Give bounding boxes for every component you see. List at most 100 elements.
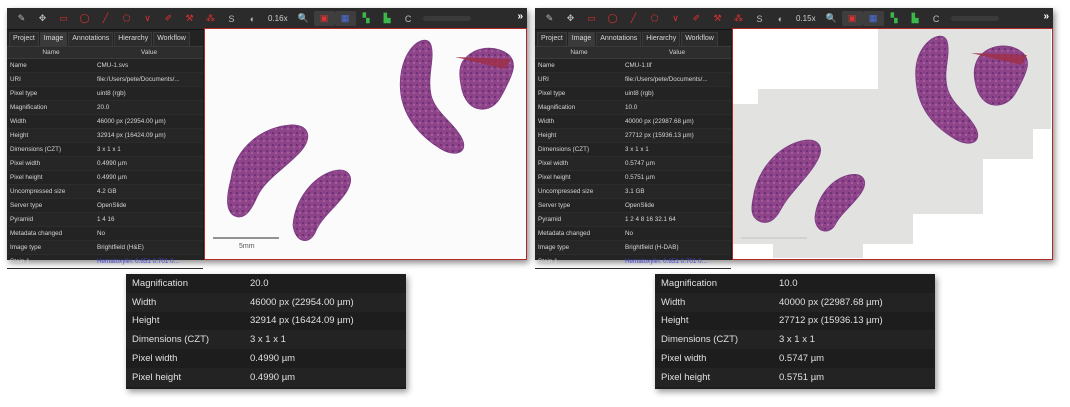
opacity-slider[interactable]	[950, 16, 999, 21]
channel-button[interactable]: C	[926, 11, 947, 26]
table-row[interactable]: Height 32914 px (16424.09 µm)	[7, 129, 203, 143]
toolbar: ✎ ✥ ▭ ◯ ╱ ⬠ ∨ ✐ ⚒ ⁂ S ◐ 0.16x 🔍 ▣ ▦ ▚ ▙ …	[7, 8, 527, 30]
tab-image[interactable]: Image	[567, 32, 596, 46]
fill-detections-icon[interactable]: ▙	[377, 11, 398, 26]
show-annotations-icon[interactable]: ▣	[313, 11, 335, 26]
table-row[interactable]: Server type OpenSlide	[535, 199, 731, 213]
polygon-tool-icon[interactable]: ⬠	[644, 11, 665, 26]
column-header-value[interactable]: Value	[95, 47, 203, 58]
table-row[interactable]: Pixel height 0.5751 µm	[535, 171, 731, 185]
show-tma-grid-icon[interactable]: ▦	[862, 11, 884, 26]
tab-project[interactable]: Project	[9, 32, 39, 46]
column-header-name[interactable]: Name	[535, 47, 623, 58]
table-row[interactable]: Magnification 20.0	[7, 101, 203, 115]
table-row[interactable]: Image type Brightfield (H&E)	[7, 241, 203, 255]
rectangle-tool-icon[interactable]: ▭	[53, 11, 74, 26]
table-row[interactable]: URI file:/Users/pete/Documents/...	[535, 73, 731, 87]
table-row[interactable]: Width 46000 px (22954.00 µm)	[7, 115, 203, 129]
brush-tool-icon[interactable]: ✐	[686, 11, 707, 26]
polyline-tool-icon[interactable]: ∨	[665, 11, 686, 26]
points-tool-icon[interactable]: ⁂	[728, 11, 749, 26]
table-row[interactable]: Height 27712 px (15936.13 µm)	[535, 129, 731, 143]
property-value: 0.4990 µm	[250, 371, 296, 383]
tab-image[interactable]: Image	[39, 32, 68, 46]
show-detections-icon[interactable]: ▚	[356, 11, 377, 26]
brush-tool-icon[interactable]: ✐	[158, 11, 179, 26]
show-annotations-icon[interactable]: ▣	[841, 11, 863, 26]
table-row[interactable]: Pixel height 0.4990 µm	[7, 171, 203, 185]
zoom-icon[interactable]: 🔍	[821, 11, 842, 26]
table-row[interactable]: URI file:/Users/pete/Documents/...	[7, 73, 203, 87]
table-row[interactable]: Metadata changed No	[535, 227, 731, 241]
table-row[interactable]: Width 40000 px (22987.68 µm)	[535, 115, 731, 129]
table-row[interactable]: Dimensions (CZT) 3 x 1 x 1	[7, 143, 203, 157]
tab-project[interactable]: Project	[537, 32, 567, 46]
table-row[interactable]: Pixel type uint8 (rgb)	[535, 87, 731, 101]
wand-tool-icon[interactable]: ⚒	[707, 11, 728, 26]
table-row[interactable]: Pixel width 0.5747 µm	[535, 157, 731, 171]
table-row[interactable]: Server type OpenSlide	[7, 199, 203, 213]
column-header-value[interactable]: Value	[623, 47, 731, 58]
show-detections-icon[interactable]: ▚	[884, 11, 905, 26]
table-row[interactable]: Stain 1 Hematoxylin: 0.651 0.701 0...	[7, 255, 203, 269]
tissue-section	[227, 124, 309, 218]
table-row[interactable]: Pixel type uint8 (rgb)	[7, 87, 203, 101]
table-row[interactable]: Image type Brightfield (H-DAB)	[535, 241, 731, 255]
line-tool-icon[interactable]: ╱	[623, 11, 644, 26]
tab-hierarchy[interactable]: Hierarchy	[642, 32, 681, 46]
move-icon[interactable]: ✥	[32, 11, 53, 26]
fill-detections-icon[interactable]: ▙	[905, 11, 926, 26]
toolbar: ✎ ✥ ▭ ◯ ╱ ⬠ ∨ ✐ ⚒ ⁂ S ◐ 0.15x 🔍 ▣ ▦ ▚ ▙ …	[535, 8, 1053, 30]
table-row[interactable]: Name CMU-1.tif	[535, 59, 731, 73]
column-header-name[interactable]: Name	[7, 47, 95, 58]
property-value: 1 4 16	[97, 216, 115, 223]
move-icon[interactable]: ✥	[560, 11, 581, 26]
table-row[interactable]: Name CMU-1.svs	[7, 59, 203, 73]
ellipse-tool-icon[interactable]: ◯	[602, 11, 623, 26]
line-tool-icon[interactable]: ╱	[95, 11, 116, 26]
contrast-icon[interactable]: ◐	[770, 11, 791, 26]
table-row[interactable]: Stain 1 Hematoxylin: 0.651 0.701 0...	[535, 255, 731, 269]
channel-button[interactable]: C	[398, 11, 419, 26]
rectangle-tool-icon[interactable]: ▭	[581, 11, 602, 26]
expand-toolbar-button[interactable]: »	[517, 11, 523, 22]
panel-tabs: Project Image Annotations Hierarchy Work…	[7, 30, 203, 47]
image-viewer[interactable]	[732, 28, 1053, 260]
table-row: Height 32914 px (16424.09 µm)	[126, 312, 406, 331]
tab-annotations[interactable]: Annotations	[68, 32, 114, 46]
pen-icon[interactable]: ✎	[11, 11, 32, 26]
table-row[interactable]: Pixel width 0.4990 µm	[7, 157, 203, 171]
polygon-tool-icon[interactable]: ⬠	[116, 11, 137, 26]
opacity-slider[interactable]	[422, 16, 471, 21]
tab-hierarchy[interactable]: Hierarchy	[114, 32, 153, 46]
wand-tool-icon[interactable]: ⚒	[179, 11, 200, 26]
table-row[interactable]: Dimensions (CZT) 3 x 1 x 1	[535, 143, 731, 157]
table-row[interactable]: Uncompressed size 4.2 GB	[7, 185, 203, 199]
stain-button[interactable]: S	[749, 11, 770, 26]
show-tma-grid-icon[interactable]: ▦	[334, 11, 356, 26]
contrast-icon[interactable]: ◐	[242, 11, 263, 26]
property-name: Pixel height	[132, 371, 182, 383]
property-value: 32914 px (16424.09 µm)	[250, 315, 354, 327]
tab-workflow[interactable]: Workflow	[681, 32, 718, 46]
pen-icon[interactable]: ✎	[539, 11, 560, 26]
table-row[interactable]: Pyramid 1 4 16	[7, 213, 203, 227]
tab-workflow[interactable]: Workflow	[153, 32, 190, 46]
zoom-icon[interactable]: 🔍	[293, 11, 314, 26]
tissue-section	[399, 39, 465, 154]
property-value: 3 x 1 x 1	[97, 146, 121, 153]
points-tool-icon[interactable]: ⁂	[200, 11, 221, 26]
polyline-tool-icon[interactable]: ∨	[137, 11, 158, 26]
ellipse-tool-icon[interactable]: ◯	[74, 11, 95, 26]
table-row[interactable]: Magnification 10.0	[535, 101, 731, 115]
image-viewer[interactable]: 5mm	[204, 28, 527, 260]
property-name: Dimensions (CZT)	[661, 334, 739, 346]
table-row[interactable]: Pyramid 1 2 4 8 16 32.1 64	[535, 213, 731, 227]
expand-toolbar-button[interactable]: »	[1043, 11, 1049, 22]
stain-button[interactable]: S	[221, 11, 242, 26]
table-row[interactable]: Metadata changed No	[7, 227, 203, 241]
table-row[interactable]: Uncompressed size 3.1 GB	[535, 185, 731, 199]
tab-annotations[interactable]: Annotations	[596, 32, 642, 46]
property-value: 20.0	[97, 104, 110, 111]
property-value: Hematoxylin: 0.651 0.701 0...	[97, 258, 179, 265]
